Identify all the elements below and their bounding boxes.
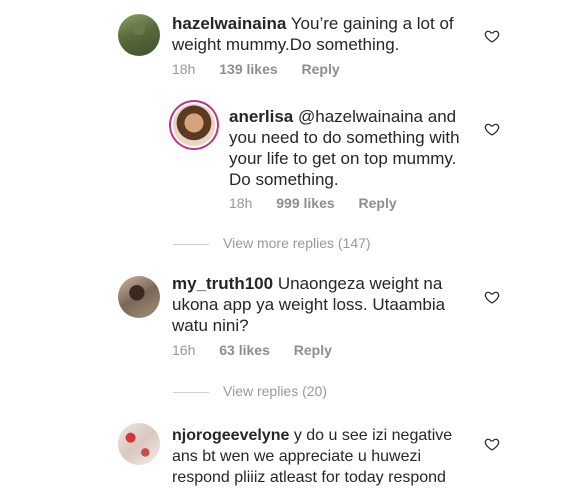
divider-line: [173, 243, 209, 245]
comment-body: hazelwainaina You’re gaining a lot of we…: [172, 13, 462, 55]
reply-button[interactable]: Reply: [302, 61, 340, 77]
avatar-my-truth100[interactable]: [118, 276, 160, 318]
comment-body: anerlisa @hazelwainaina and you need to …: [229, 106, 469, 190]
view-replies-label: View replies (20): [223, 383, 328, 399]
view-more-replies[interactable]: View more replies (147): [173, 235, 371, 251]
comment-meta: 18h 999 likes Reply: [229, 195, 417, 211]
comment-body: njorogeevelyne y do u see izi negative a…: [172, 425, 472, 488]
likes-count[interactable]: 999 likes: [276, 195, 334, 211]
mention-link[interactable]: @hazelwainaina: [298, 107, 423, 126]
timestamp: 18h: [172, 61, 196, 77]
view-more-replies-label: View more replies (147): [223, 235, 371, 251]
username-link[interactable]: anerlisa: [229, 107, 293, 126]
view-replies[interactable]: View replies (20): [173, 383, 327, 399]
reply-button[interactable]: Reply: [294, 342, 332, 358]
username-link[interactable]: njorogeevelyne: [172, 427, 289, 444]
reply-button[interactable]: Reply: [359, 195, 397, 211]
username-link[interactable]: my_truth100: [172, 274, 273, 293]
avatar-njorogeevelyne[interactable]: [118, 423, 160, 465]
comment-body: my_truth100 Unaongeza weight na ukona ap…: [172, 273, 462, 336]
heart-icon[interactable]: [484, 28, 500, 44]
heart-icon[interactable]: [484, 289, 500, 305]
heart-icon[interactable]: [484, 121, 500, 137]
comment-meta: 16h 63 likes Reply: [172, 342, 352, 358]
likes-count[interactable]: 63 likes: [219, 342, 270, 358]
avatar-anerlisa[interactable]: [173, 104, 215, 146]
username-link[interactable]: hazelwainaina: [172, 14, 286, 33]
likes-count[interactable]: 139 likes: [219, 61, 277, 77]
divider-line: [173, 391, 209, 393]
heart-icon[interactable]: [484, 436, 500, 452]
comment-meta: 18h 139 likes Reply: [172, 61, 360, 77]
timestamp: 16h: [172, 342, 196, 358]
avatar-hazelwainaina[interactable]: [118, 14, 160, 56]
timestamp: 18h: [229, 195, 253, 211]
